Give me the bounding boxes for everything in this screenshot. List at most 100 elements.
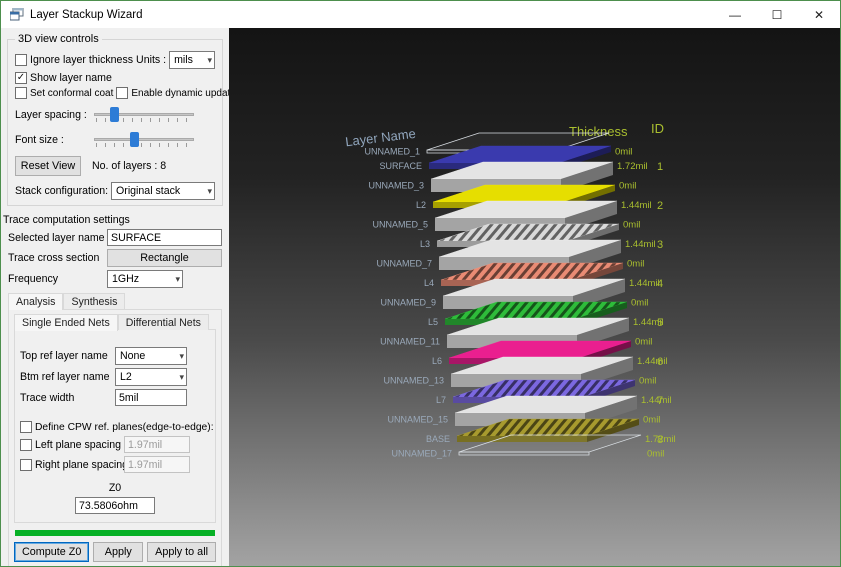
tab-analysis[interactable]: Analysis xyxy=(8,293,63,310)
layer-thickness-label: 0mil xyxy=(631,298,648,309)
z0-section: Z0 xyxy=(18,482,212,514)
layer-id-label: 1 xyxy=(657,161,663,173)
analysis-tab-panel: Single Ended Nets Differential Nets Top … xyxy=(8,309,222,566)
trace-settings-label: Trace computation settings xyxy=(3,214,130,226)
num-layers-label: No. of layers : 8 xyxy=(92,160,166,172)
trace-width-label: Trace width xyxy=(20,392,112,404)
font-size-slider[interactable] xyxy=(94,131,194,149)
ignore-thickness-row: Ignore layer thickness Units : mils ▾ xyxy=(13,51,217,69)
layer-name-label: L7 xyxy=(436,395,446,405)
btm-ref-dropdown[interactable]: L2 ▾ xyxy=(115,368,187,386)
layer-name-label: L6 xyxy=(432,356,442,366)
view-controls-group: 3D view controls Ignore layer thickness … xyxy=(7,39,223,206)
layer-thickness-label: 1.44mil xyxy=(621,200,652,211)
view-controls-group-label: 3D view controls xyxy=(15,33,102,45)
layer-thickness-label: 1.44mil xyxy=(629,278,660,289)
reset-view-row: Reset View No. of layers : 8 xyxy=(13,156,217,176)
layer-name-label: UNNAMED_5 xyxy=(372,220,428,230)
enable-dynamic-update-label: Enable dynamic update xyxy=(131,88,229,99)
layer-thickness-label: 0mil xyxy=(619,181,636,192)
trace-width-input[interactable] xyxy=(115,389,187,406)
app-icon xyxy=(10,8,24,21)
window-controls: — ☐ ✕ xyxy=(714,1,840,28)
set-conformal-coat-checkbox[interactable] xyxy=(15,87,27,99)
left-plane-checkbox[interactable] xyxy=(20,439,32,451)
frequency-dropdown[interactable]: 1GHz ▾ xyxy=(107,270,183,288)
show-layer-name-checkbox[interactable] xyxy=(15,72,27,84)
frequency-value: 1GHz xyxy=(112,273,139,285)
right-plane-checkbox[interactable] xyxy=(20,459,32,471)
top-ref-value: None xyxy=(120,350,145,362)
layer-name-label: UNNAMED_17 xyxy=(391,449,452,459)
btm-ref-row: Btm ref layer name L2 ▾ xyxy=(18,368,212,386)
slider-ticks xyxy=(96,143,192,147)
tab-synthesis[interactable]: Synthesis xyxy=(63,293,125,309)
top-ref-label: Top ref layer name xyxy=(20,350,112,362)
layer-thickness-label: 0mil xyxy=(635,337,652,348)
reset-view-button[interactable]: Reset View xyxy=(15,156,81,176)
layer-thickness-label: 1.44mil xyxy=(625,239,656,250)
layer-thickness-label: 0mil xyxy=(647,449,664,460)
stackup-3d-view[interactable]: Layer NameThicknessIDUNNAMED_10milSURFAC… xyxy=(229,28,840,566)
cpw-label: Define CPW ref. planes(edge-to-edge): xyxy=(35,422,214,433)
window-title: Layer Stackup Wizard xyxy=(30,9,143,21)
slider-thumb[interactable] xyxy=(110,107,119,122)
slider-track xyxy=(94,113,194,116)
trace-width-row: Trace width xyxy=(18,389,212,406)
stackup-scene[interactable]: Layer NameThicknessIDUNNAMED_10milSURFAC… xyxy=(229,28,840,566)
slider-thumb[interactable] xyxy=(130,132,139,147)
layer-thickness-label: 0mil xyxy=(627,259,644,270)
layer-id-label: 4 xyxy=(657,278,663,290)
frequency-row: Frequency 1GHz ▾ xyxy=(1,270,229,288)
trace-settings-header-row: Trace computation settings xyxy=(1,214,229,226)
progress-bar xyxy=(15,530,215,536)
right-plane-label: Right plane spacing xyxy=(35,459,121,471)
layer-thickness-label: 0mil xyxy=(615,147,632,158)
units-dropdown[interactable]: mils ▾ xyxy=(169,51,215,69)
frequency-label: Frequency xyxy=(8,273,104,285)
slider-track xyxy=(94,138,194,141)
chevron-down-icon: ▾ xyxy=(176,351,184,362)
stack-config-value: Original stack xyxy=(116,185,180,197)
apply-button[interactable]: Apply xyxy=(93,542,143,562)
layer-name-label: UNNAMED_9 xyxy=(380,298,436,308)
layer-name-label: UNNAMED_13 xyxy=(383,376,444,386)
layer-id-label: 8 xyxy=(657,434,663,446)
left-plane-input xyxy=(124,436,190,453)
layer-name-label: UNNAMED_3 xyxy=(368,181,424,191)
apply-to-all-button[interactable]: Apply to all xyxy=(147,542,216,562)
conformal-coat-row: Set conformal coat Enable dynamic update xyxy=(13,87,217,99)
cpw-checkbox[interactable] xyxy=(20,421,32,433)
titlebar[interactable]: Layer Stackup Wizard — ☐ ✕ xyxy=(1,1,840,28)
maximize-button[interactable]: ☐ xyxy=(756,1,798,28)
compute-z0-button[interactable]: Compute Z0 xyxy=(14,542,89,562)
units-value: mils xyxy=(174,54,193,66)
top-ref-dropdown[interactable]: None ▾ xyxy=(115,347,187,365)
font-size-row: Font size : xyxy=(13,131,217,149)
tab-single-ended-nets[interactable]: Single Ended Nets xyxy=(14,314,118,331)
layer-spacing-label: Layer spacing : xyxy=(15,109,91,121)
layer-name-label: UNNAMED_1 xyxy=(364,147,420,157)
enable-dynamic-update-checkbox[interactable] xyxy=(116,87,128,99)
chevron-down-icon: ▾ xyxy=(176,372,184,383)
right-plane-input xyxy=(124,456,190,473)
trace-cross-section-button[interactable]: Rectangle xyxy=(107,249,222,267)
right-plane-row: Right plane spacing xyxy=(18,456,212,473)
stack-config-dropdown[interactable]: Original stack ▾ xyxy=(111,182,215,200)
layer-thickness-label: 1.72mil xyxy=(617,161,648,172)
btm-ref-label: Btm ref layer name xyxy=(20,371,112,383)
minimize-button[interactable]: — xyxy=(714,1,756,28)
layer-id-label: 6 xyxy=(657,356,663,368)
layer-thickness-label: 0mil xyxy=(643,415,660,426)
layer-id-label: 3 xyxy=(657,239,663,251)
layer-name-label: L4 xyxy=(424,278,434,288)
z0-value-input[interactable] xyxy=(75,497,155,514)
tab-differential-nets[interactable]: Differential Nets xyxy=(118,314,209,330)
layer-name-label: UNNAMED_7 xyxy=(376,259,432,269)
layer-thickness-label: 0mil xyxy=(623,220,640,231)
layer-name-label: L3 xyxy=(420,239,430,249)
close-button[interactable]: ✕ xyxy=(798,1,840,28)
selected-layer-input[interactable] xyxy=(107,229,222,246)
layer-spacing-slider[interactable] xyxy=(94,106,194,124)
ignore-layer-thickness-checkbox[interactable] xyxy=(15,54,27,66)
